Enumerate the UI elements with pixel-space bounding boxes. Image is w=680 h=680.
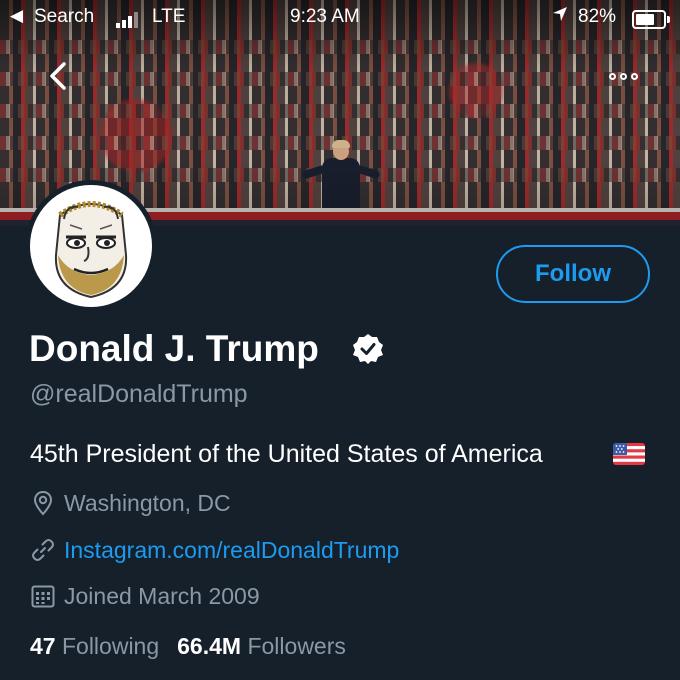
more-button[interactable]	[600, 56, 646, 96]
following-stat[interactable]: 47 Following	[30, 633, 159, 659]
profile-website[interactable]: Instagram.com/realDonaldTrump	[30, 535, 399, 565]
status-bar: ◀ Search LTE 9:23 AM 82%	[0, 0, 680, 34]
profile-name: Donald J. Trump	[29, 328, 319, 369]
location-pin-icon	[33, 490, 53, 516]
avatar-image	[30, 185, 152, 307]
link-icon	[32, 539, 54, 561]
profile-stats: 47 Following 66.4M Followers	[30, 633, 346, 660]
location-arrow-icon	[552, 6, 568, 27]
profile-bio: 45th President of the United States of A…	[30, 440, 543, 468]
following-label: Following	[61, 633, 160, 659]
us-flag-icon	[613, 443, 645, 465]
website-link[interactable]: Instagram.com/realDonaldTrump	[64, 537, 399, 564]
verified-badge-icon	[353, 334, 383, 364]
more-dot	[608, 72, 616, 80]
follow-button[interactable]: Follow	[496, 245, 650, 303]
signal-icon	[116, 12, 140, 28]
avatar[interactable]	[25, 180, 157, 312]
battery-percent: 82%	[578, 6, 617, 27]
chevron-left-icon	[50, 62, 66, 90]
profile-joined: Joined March 2009	[30, 581, 260, 611]
followers-stat[interactable]: 66.4M Followers	[177, 633, 346, 659]
battery-fill	[636, 14, 654, 25]
following-count: 47	[30, 633, 56, 659]
calendar-icon	[31, 585, 55, 608]
battery-icon	[632, 10, 670, 29]
back-to-app-icon[interactable]: ◀	[10, 6, 23, 26]
joined-label: Joined March 2009	[64, 582, 260, 609]
back-to-app-label[interactable]: Search	[34, 6, 94, 28]
network-type: LTE	[152, 6, 186, 27]
status-time: 9:23 AM	[290, 6, 360, 27]
location-label: Washington, DC	[64, 489, 231, 516]
more-dot	[630, 72, 638, 80]
profile-handle: @realDonaldTrump	[30, 380, 248, 408]
followers-count: 66.4M	[177, 633, 242, 659]
profile-location: Washington, DC	[30, 488, 231, 518]
followers-label: Followers	[247, 633, 346, 659]
back-button[interactable]	[38, 56, 78, 96]
more-dot	[619, 72, 627, 80]
